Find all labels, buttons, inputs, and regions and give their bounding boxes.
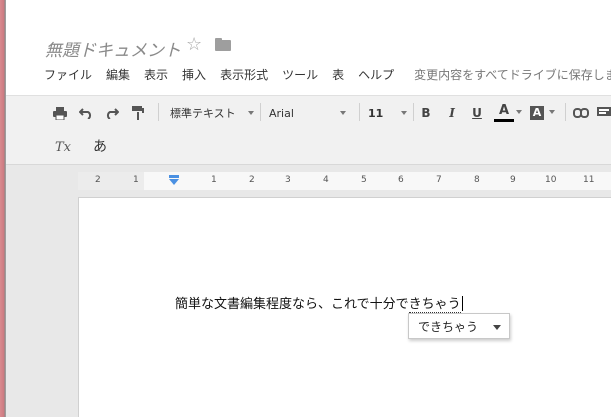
ruler-label: 3: [285, 175, 291, 185]
underline-button[interactable]: U: [470, 103, 484, 123]
font-family-dropdown[interactable]: Arial: [269, 105, 353, 121]
chevron-down-icon: [247, 111, 254, 115]
indent-marker-icon[interactable]: [168, 175, 180, 187]
ruler-label: 8: [474, 175, 480, 185]
ruler-label: 10: [545, 175, 557, 185]
folder-icon[interactable]: [215, 38, 231, 51]
print-icon[interactable]: [52, 103, 68, 123]
highlight-color-button[interactable]: A: [529, 103, 545, 123]
menu-insert[interactable]: 挿入: [182, 66, 206, 83]
menu-table[interactable]: 表: [332, 66, 344, 83]
ruler-label: 2: [249, 175, 255, 185]
ruler-label: 1: [211, 175, 217, 185]
ruler-label: 1: [133, 175, 139, 185]
committed-text: 簡単な文書編集程度なら、これで十分で: [175, 297, 409, 312]
clear-formatting-label: Tx: [54, 139, 71, 155]
menu-bar: ファイル 編集 表示 挿入 表示形式 ツール 表 ヘルプ 変更内容をすべてドライ…: [44, 64, 611, 84]
input-mode-button[interactable]: あ: [90, 136, 110, 156]
ruler-label: 4: [323, 175, 329, 185]
paint-format-icon[interactable]: [130, 103, 146, 123]
ruler-label: 11: [583, 175, 595, 185]
undo-icon[interactable]: [78, 103, 94, 123]
font-size-label: 11: [368, 106, 384, 120]
ruler-label: 6: [398, 175, 404, 185]
input-mode-label: あ: [93, 139, 107, 155]
menu-view[interactable]: 表示: [144, 66, 168, 83]
document-body-text[interactable]: 簡単な文書編集程度なら、これで十分できちゃう: [175, 293, 463, 313]
menu-file[interactable]: ファイル: [44, 66, 92, 83]
ruler-label: 5: [361, 175, 367, 185]
document-title[interactable]: 無題ドキュメント: [45, 36, 181, 61]
menu-format[interactable]: 表示形式: [220, 66, 268, 83]
comment-icon[interactable]: [597, 103, 611, 123]
star-icon[interactable]: ☆: [186, 34, 202, 55]
redo-icon[interactable]: [104, 103, 120, 123]
ruler-label: 7: [436, 175, 442, 185]
menu-tools[interactable]: ツール: [282, 66, 318, 83]
chevron-down-icon: [339, 111, 346, 115]
highlight-color-label: A: [530, 106, 544, 120]
menu-help[interactable]: ヘルプ: [358, 66, 394, 83]
ime-suggestion-box[interactable]: できちゃう: [408, 313, 510, 339]
bold-button[interactable]: B: [419, 103, 433, 123]
ime-candidate[interactable]: できちゃう: [418, 318, 478, 335]
ruler-label: 2: [95, 175, 101, 185]
italic-button[interactable]: I: [445, 103, 459, 123]
ruler-label: 9: [510, 175, 516, 185]
menu-edit[interactable]: 編集: [106, 66, 130, 83]
ime-composing-text: きちゃう: [408, 297, 461, 313]
ruler[interactable]: 2 1 1 2 3 4 5 6 7 8 9 10 11: [78, 172, 611, 190]
link-icon[interactable]: [572, 103, 590, 123]
text-cursor: [461, 296, 463, 311]
toolbar-separator: [158, 103, 159, 121]
chevron-down-icon[interactable]: [516, 110, 522, 114]
chevron-down-icon: [401, 111, 408, 115]
paragraph-style-dropdown[interactable]: 標準テキスト: [170, 105, 254, 121]
font-size-dropdown[interactable]: 11: [368, 105, 408, 121]
toolbar-separator: [565, 103, 566, 121]
toolbar-separator: [359, 103, 360, 121]
clear-formatting-button[interactable]: Tx: [52, 137, 74, 157]
text-color-button[interactable]: A: [494, 101, 514, 119]
chevron-down-icon[interactable]: [549, 110, 555, 114]
font-family-label: Arial: [269, 106, 294, 120]
chevron-down-icon[interactable]: [493, 325, 501, 330]
save-status: 変更内容をすべてドライブに保存しました: [414, 67, 611, 82]
toolbar-separator: [260, 103, 261, 121]
paragraph-style-label: 標準テキスト: [170, 107, 236, 120]
toolbar-separator: [413, 103, 414, 121]
text-color-label: A: [498, 102, 510, 118]
text-color-bar: [494, 119, 514, 122]
